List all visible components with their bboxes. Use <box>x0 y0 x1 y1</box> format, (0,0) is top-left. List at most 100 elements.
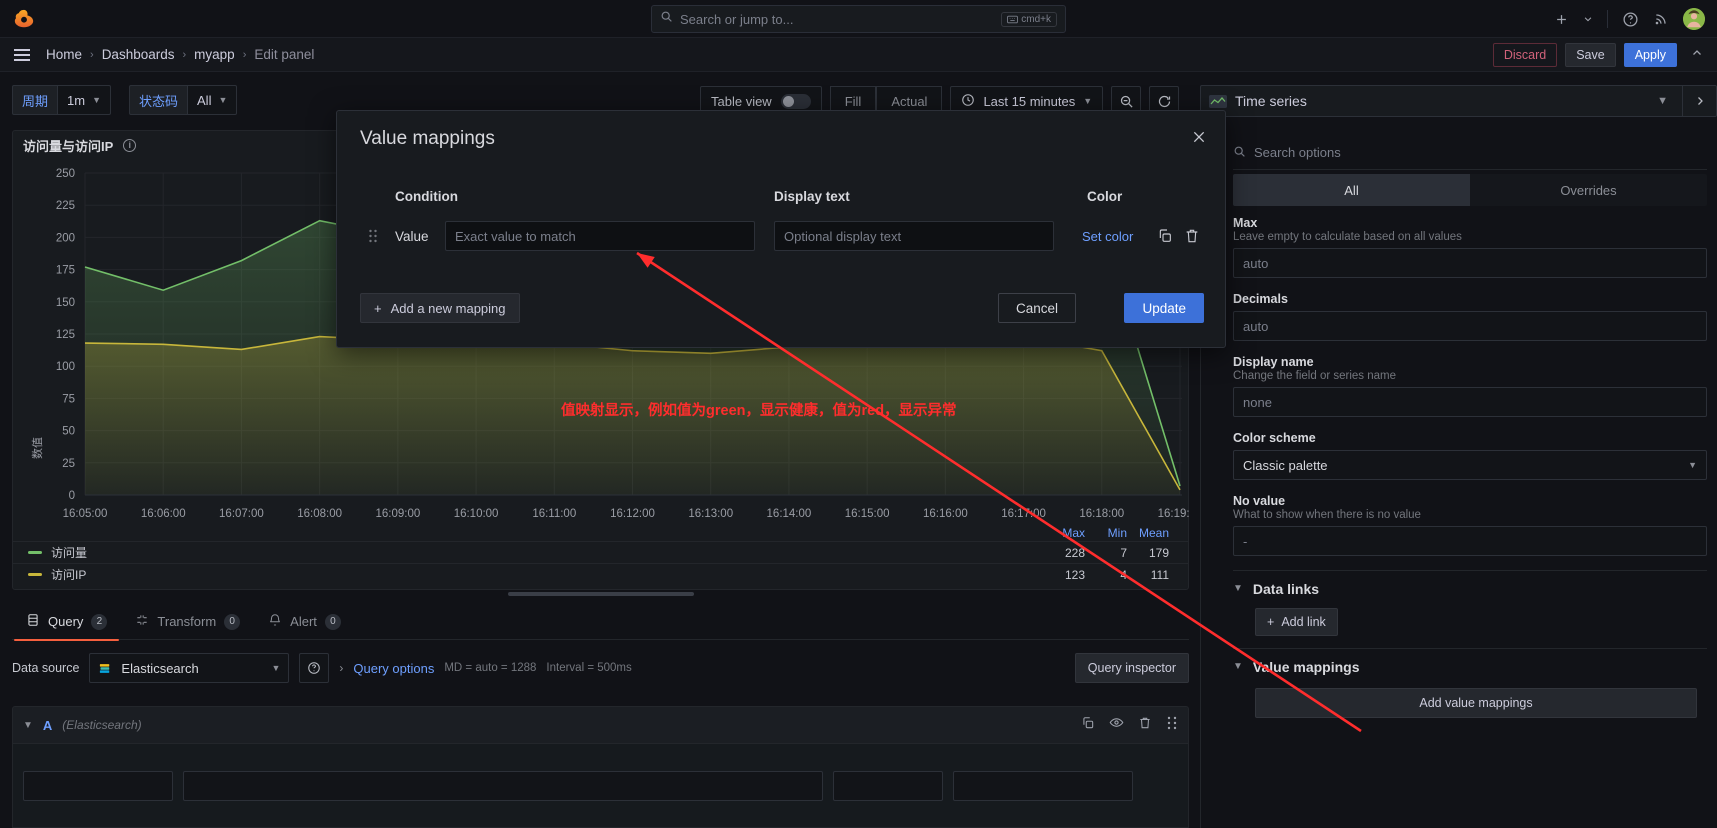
option-select-color-scheme[interactable]: Classic palette ▼ <box>1233 450 1707 480</box>
hamburger-menu-icon[interactable] <box>14 49 30 61</box>
visualization-picker[interactable]: Time series ▼ <box>1200 85 1717 117</box>
add-value-mappings-button[interactable]: Add value mappings <box>1255 688 1697 718</box>
section-value-mappings[interactable]: ▼ Value mappings <box>1233 648 1707 684</box>
chevron-right-icon[interactable] <box>1682 85 1716 117</box>
tab-overrides[interactable]: Overrides <box>1470 174 1707 206</box>
set-color-link[interactable]: Set color <box>1082 229 1133 244</box>
update-button[interactable]: Update <box>1124 293 1204 323</box>
add-new-mapping-button[interactable]: + Add a new mapping <box>360 293 520 323</box>
info-circle-icon[interactable]: i <box>123 139 136 152</box>
global-search-input[interactable]: Search or jump to... cmd+k <box>651 5 1066 33</box>
trash-icon[interactable] <box>1184 228 1200 244</box>
query-options-toggle[interactable]: Query options <box>353 661 434 676</box>
avatar[interactable] <box>1683 8 1705 30</box>
svg-text:175: 175 <box>56 265 75 277</box>
search-options-input[interactable]: Search options <box>1233 136 1707 170</box>
query-editor-body <box>12 744 1189 828</box>
apply-button[interactable]: Apply <box>1624 43 1677 67</box>
legend-col-mean[interactable]: Mean <box>1127 526 1169 540</box>
legend-color-swatch[interactable] <box>28 573 42 576</box>
query-metric-field[interactable] <box>23 771 173 801</box>
option-input-decimals[interactable]: auto <box>1233 311 1707 341</box>
trash-icon[interactable] <box>1138 716 1152 735</box>
cancel-button[interactable]: Cancel <box>998 293 1076 323</box>
option-label-max: Max <box>1233 216 1707 230</box>
query-inspector-button[interactable]: Query inspector <box>1075 653 1189 683</box>
chevron-down-icon[interactable]: ▼ <box>1651 95 1674 107</box>
add-link-button[interactable]: + Add link <box>1255 608 1338 636</box>
query-meta-md: MD = auto = 1288 <box>444 662 536 674</box>
svg-text:75: 75 <box>62 393 75 405</box>
section-data-links[interactable]: ▼ Data links <box>1233 570 1707 606</box>
chevron-down-icon[interactable] <box>1583 14 1593 24</box>
query-alias-field[interactable] <box>833 771 943 801</box>
options-pane: Search options All Overrides Max Leave e… <box>1200 130 1717 828</box>
table-view-switch[interactable] <box>781 94 811 109</box>
search-options-placeholder: Search options <box>1254 145 1341 160</box>
panel-horizontal-scrollbar[interactable] <box>508 592 694 596</box>
drag-handle-icon[interactable] <box>1166 716 1178 735</box>
breadcrumb-item-home[interactable]: Home <box>46 47 82 62</box>
eye-icon[interactable] <box>1109 715 1124 735</box>
datasource-value: Elasticsearch <box>121 661 198 676</box>
chevron-right-icon[interactable]: › <box>339 661 343 675</box>
legend-col-min[interactable]: Min <box>1085 526 1127 540</box>
query-lucene-field[interactable] <box>183 771 823 801</box>
tab-query-count: 2 <box>91 614 107 630</box>
legend-row[interactable]: 访问IP 123 4 111 <box>12 563 1189 585</box>
query-extra-field[interactable] <box>953 771 1133 801</box>
datasource-row: Data source Elasticsearch ▼ › Query opti… <box>12 648 1189 688</box>
plus-icon[interactable] <box>1554 12 1569 27</box>
breadcrumb: Home › Dashboards › myapp › Edit panel <box>46 47 314 62</box>
tab-transform[interactable]: Transform 0 <box>121 604 254 640</box>
legend-row[interactable]: 访问量 228 7 179 <box>12 541 1189 563</box>
svg-text:16:18:00: 16:18:00 <box>1079 508 1124 520</box>
grafana-logo-icon[interactable] <box>12 7 36 31</box>
modal-title: Value mappings <box>360 128 495 150</box>
svg-text:16:13:00: 16:13:00 <box>688 508 733 520</box>
option-field-no-value: No value What to show when there is no v… <box>1233 494 1707 556</box>
tab-alert[interactable]: Alert 0 <box>254 604 355 640</box>
tab-all[interactable]: All <box>1233 174 1470 206</box>
svg-text:16:05:00: 16:05:00 <box>63 508 108 520</box>
help-circle-icon[interactable] <box>299 653 329 683</box>
option-field-max: Max Leave empty to calculate based on al… <box>1233 216 1707 278</box>
visualization-name: Time series <box>1235 93 1643 109</box>
close-icon[interactable] <box>1187 125 1211 149</box>
mapping-display-text-input[interactable]: Optional display text <box>774 221 1054 251</box>
variable-select-period[interactable]: 1m ▼ <box>57 85 111 115</box>
add-new-mapping-label: Add a new mapping <box>391 301 506 316</box>
variable-label-statuscode: 状态码 <box>129 85 187 115</box>
copy-icon[interactable] <box>1081 716 1095 735</box>
legend-col-max[interactable]: Max <box>1043 526 1085 540</box>
breadcrumb-separator: › <box>182 49 186 61</box>
option-label-color-scheme: Color scheme <box>1233 431 1707 445</box>
rss-icon[interactable] <box>1653 11 1669 27</box>
chevron-up-icon[interactable] <box>1685 47 1709 62</box>
tab-query[interactable]: Query 2 <box>12 604 121 640</box>
legend-color-swatch[interactable] <box>28 551 42 554</box>
search-icon <box>1233 145 1246 161</box>
svg-text:16:19:00: 16:19:00 <box>1158 508 1190 520</box>
legend-header-row: Max Min Mean <box>12 524 1189 541</box>
chevron-down-icon[interactable]: ▼ <box>23 720 33 731</box>
query-row-actions <box>1081 715 1178 735</box>
elasticsearch-icon <box>98 661 113 676</box>
variable-select-statuscode[interactable]: All ▼ <box>187 85 237 115</box>
breadcrumb-item-dashboards[interactable]: Dashboards <box>102 47 175 62</box>
discard-button[interactable]: Discard <box>1493 43 1557 67</box>
mapping-type-label: Value <box>395 229 429 244</box>
datasource-select[interactable]: Elasticsearch ▼ <box>89 653 289 683</box>
option-input-max[interactable]: auto <box>1233 248 1707 278</box>
drag-handle-icon[interactable] <box>368 228 380 244</box>
option-input-no-value[interactable]: - <box>1233 526 1707 556</box>
mapping-value-input[interactable]: Exact value to match <box>445 221 755 251</box>
svg-text:200: 200 <box>56 232 75 244</box>
svg-text:16:12:00: 16:12:00 <box>610 508 655 520</box>
option-input-display-name[interactable]: none <box>1233 387 1707 417</box>
cmdk-label: cmd+k <box>1021 14 1051 25</box>
help-circle-icon[interactable] <box>1622 11 1639 28</box>
save-button[interactable]: Save <box>1565 43 1616 67</box>
breadcrumb-item-myapp[interactable]: myapp <box>194 47 235 62</box>
copy-icon[interactable] <box>1157 228 1173 244</box>
